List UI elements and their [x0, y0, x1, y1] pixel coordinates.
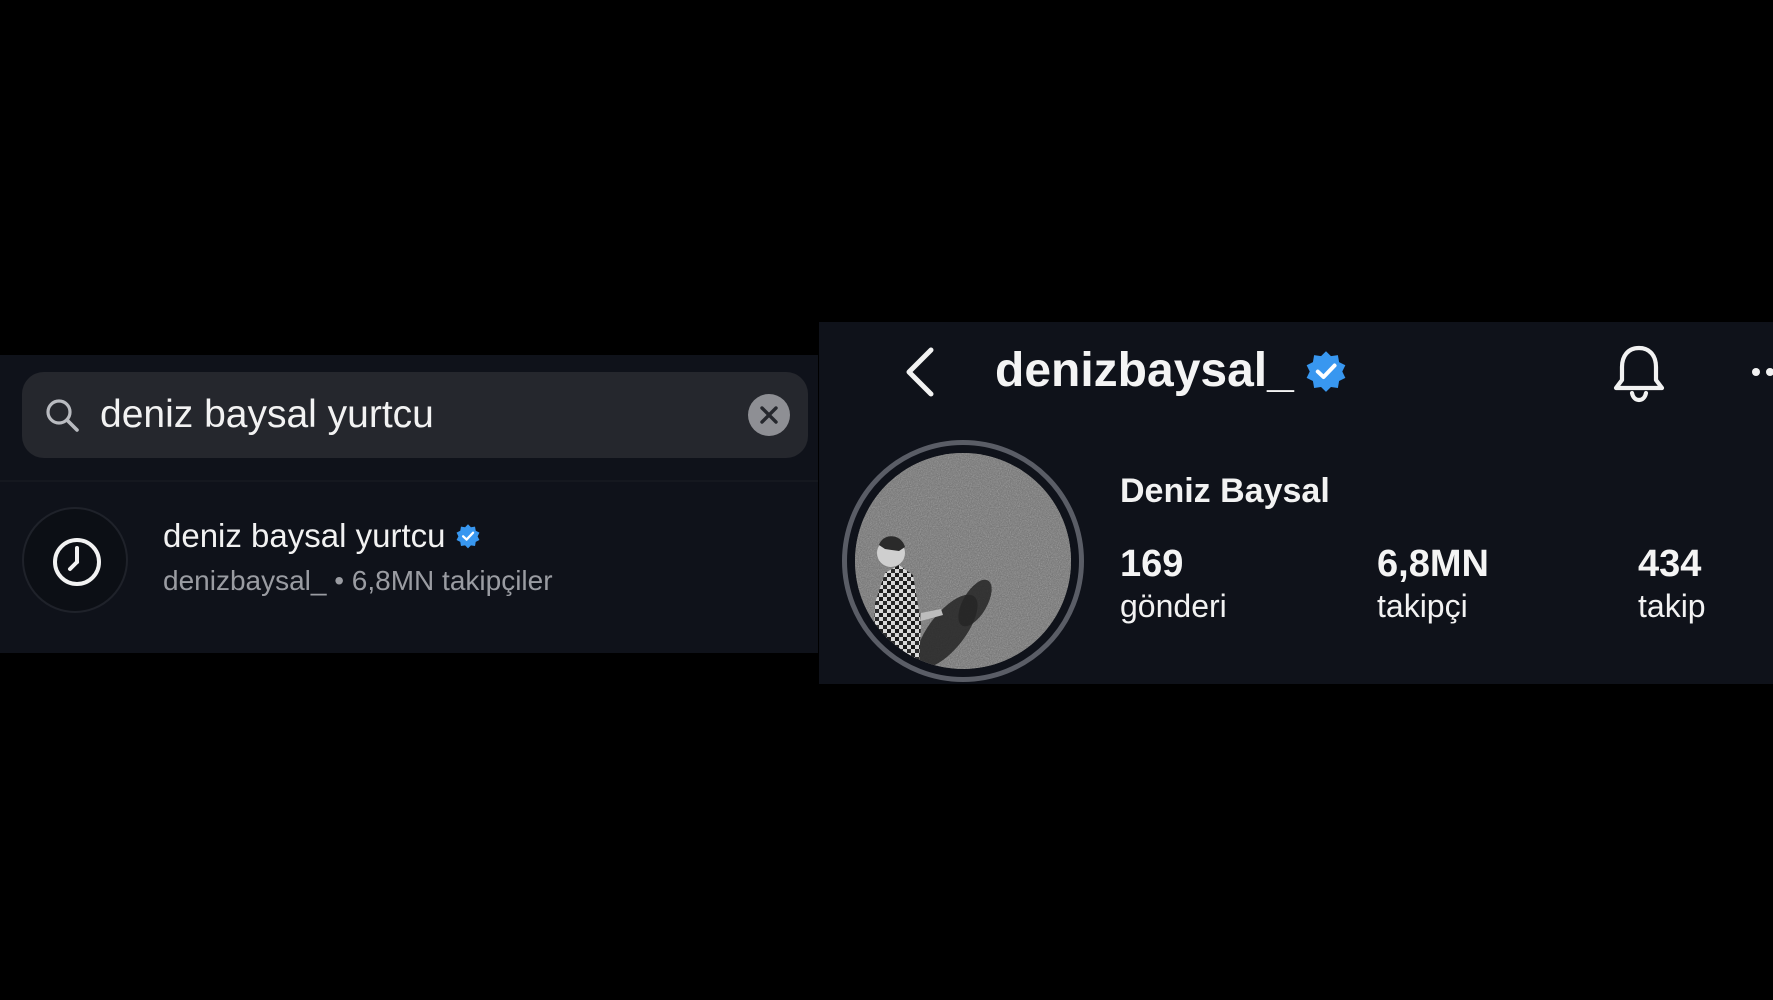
clear-icon: [760, 406, 778, 424]
divider: [0, 480, 818, 482]
followers-stat[interactable]: 6,8MN takipçi: [1377, 542, 1489, 626]
profile-photo: [855, 453, 1071, 669]
result-name-row: deniz baysal yurtcu: [163, 517, 481, 555]
search-screen: deniz baysal yurtcu deniz baysal yurtcu …: [0, 355, 818, 653]
following-stat[interactable]: 434 takip: [1638, 542, 1706, 626]
recent-search-result[interactable]: deniz baysal yurtcu denizbaysal_ • 6,8MN…: [0, 495, 818, 645]
search-bar[interactable]: deniz baysal yurtcu: [22, 372, 808, 458]
bell-icon: [1613, 345, 1665, 403]
profile-avatar: [855, 453, 1071, 669]
result-subtitle: denizbaysal_ • 6,8MN takipçiler: [163, 565, 553, 596]
followers-count: 6,8MN: [1377, 543, 1489, 585]
notifications-button[interactable]: [1610, 342, 1668, 404]
following-label: takip: [1638, 588, 1706, 624]
more-options-button[interactable]: [1749, 357, 1773, 387]
profile-screen: denizbaysal_ Deniz Baysal 169 gönderi 6,…: [819, 322, 1773, 684]
result-name: deniz baysal yurtcu: [163, 517, 446, 554]
clear-search-button[interactable]: [748, 394, 790, 436]
verified-badge-icon: [457, 524, 480, 549]
chevron-left-icon: [906, 347, 934, 397]
verified-badge-icon: [1306, 351, 1346, 392]
back-button[interactable]: [897, 342, 947, 402]
profile-avatar-ring[interactable]: [842, 440, 1084, 682]
profile-header: denizbaysal_: [995, 342, 1348, 400]
search-icon: [44, 397, 80, 433]
display-name: Deniz Baysal: [1120, 472, 1330, 510]
posts-stat[interactable]: 169 gönderi: [1120, 542, 1227, 626]
following-count: 434: [1638, 543, 1702, 585]
history-avatar: [22, 507, 128, 613]
posts-label: gönderi: [1120, 588, 1227, 624]
clock-icon: [53, 538, 101, 586]
search-input[interactable]: deniz baysal yurtcu: [100, 392, 434, 438]
followers-label: takipçi: [1377, 588, 1468, 624]
profile-username: denizbaysal_: [995, 344, 1294, 397]
more-dots-icon: [1752, 368, 1773, 376]
posts-count: 169: [1120, 543, 1184, 585]
